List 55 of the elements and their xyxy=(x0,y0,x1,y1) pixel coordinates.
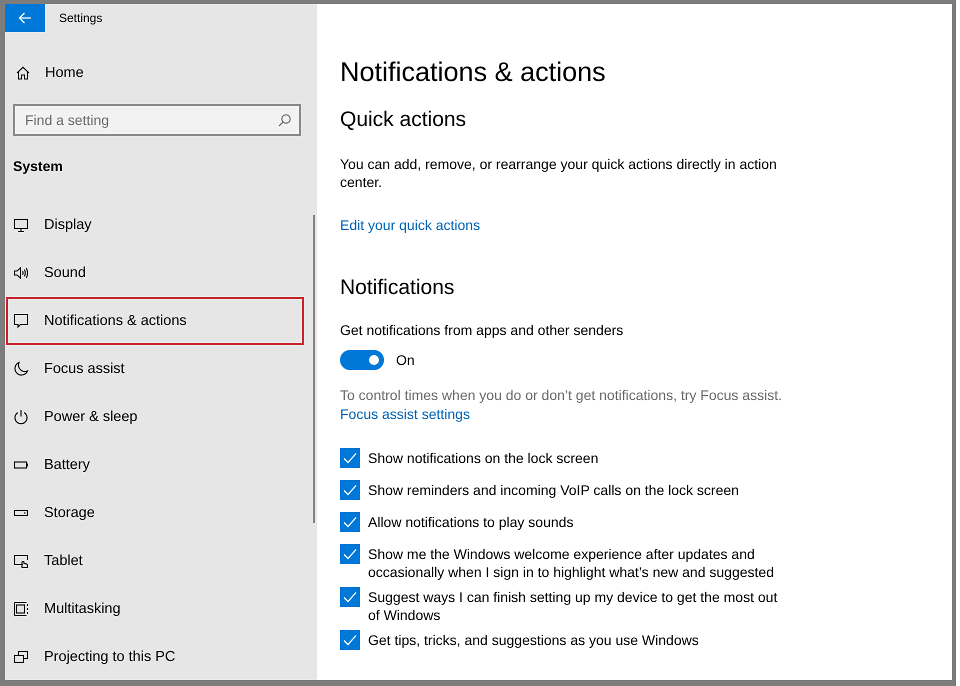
hint-text: To control times when you do or don’t get notifications, try Focus assist. xyxy=(340,386,782,404)
checkbox-label: Show reminders and incoming VoIP calls on the lock screen xyxy=(368,481,740,499)
checkbox-label: Suggest ways I can finish setting up my device to get the most out of Windows xyxy=(368,588,778,624)
section-heading: System xyxy=(13,157,63,176)
checkbox[interactable] xyxy=(340,544,360,564)
checkbox[interactable] xyxy=(340,587,360,607)
sidebar-item[interactable]: Storage xyxy=(6,489,304,537)
checkbox[interactable] xyxy=(340,480,360,500)
text-link[interactable]: Edit your quick actions xyxy=(340,216,480,234)
checkbox-label: Allow notifications to play sounds xyxy=(368,513,574,531)
checkmark-icon xyxy=(343,634,357,646)
checkbox-label: Get tips, tricks, and suggestions as you use Windows xyxy=(368,631,700,649)
sidebar-item[interactable]: Sound xyxy=(6,249,304,297)
sidebar-item[interactable]: Notifications & actions xyxy=(6,297,304,345)
sidebar-item[interactable]: Projecting to this PC xyxy=(6,633,304,680)
checkbox-label: Show notifications on the lock screen xyxy=(368,449,600,467)
checkmark-icon xyxy=(343,548,357,560)
window-title: Settings xyxy=(59,10,102,26)
sidebar-item[interactable]: Tablet xyxy=(6,537,304,585)
sidebar-item[interactable]: Focus assist xyxy=(6,345,304,393)
checkmark-icon xyxy=(343,591,357,603)
scrollbar-thumb[interactable] xyxy=(313,215,315,523)
sidebar-item[interactable]: Multitasking xyxy=(6,585,304,633)
checkbox[interactable] xyxy=(340,448,360,468)
sidebar-item[interactable]: Display xyxy=(6,201,304,249)
speech-bubble-icon xyxy=(13,313,29,329)
checkmark-icon xyxy=(343,516,357,528)
search-icon[interactable] xyxy=(278,114,291,126)
tablet-icon xyxy=(13,553,29,569)
sidebar-item[interactable]: Battery xyxy=(6,441,304,489)
speaker-icon xyxy=(13,265,29,281)
home-icon xyxy=(16,66,30,80)
section-heading: Notifications xyxy=(340,275,454,301)
search-field[interactable]: Find a setting xyxy=(13,104,301,136)
checkmark-icon xyxy=(343,452,357,464)
setting-label: Get notifications from apps and other senders xyxy=(340,321,624,339)
sidebar-item[interactable]: Power & sleep xyxy=(6,393,304,441)
power-icon xyxy=(13,409,29,425)
toggle-state-text: On xyxy=(396,351,415,369)
description-text: You can add, remove, or rearrange your quick actions directly in action center. xyxy=(340,155,778,191)
checkbox[interactable] xyxy=(340,512,360,532)
window-stack-icon xyxy=(13,601,29,617)
checkbox[interactable] xyxy=(340,630,360,650)
section-heading: Quick actions xyxy=(340,107,466,133)
checkbox-label: Show me the Windows welcome experience after updates and occasionally when I sign in to highlight what’s new and suggested xyxy=(368,545,775,581)
arrow-left-icon xyxy=(18,12,32,24)
two-screens-icon xyxy=(13,649,29,665)
checkmark-icon xyxy=(343,484,357,496)
page-title: Notifications & actions xyxy=(340,56,606,89)
toggle-switch[interactable] xyxy=(340,350,384,370)
back-button[interactable] xyxy=(5,4,45,32)
moon-icon xyxy=(13,361,29,377)
text-link[interactable]: Focus assist settings xyxy=(340,405,470,423)
home-link[interactable]: Home xyxy=(16,53,84,93)
monitor-icon xyxy=(13,217,29,233)
